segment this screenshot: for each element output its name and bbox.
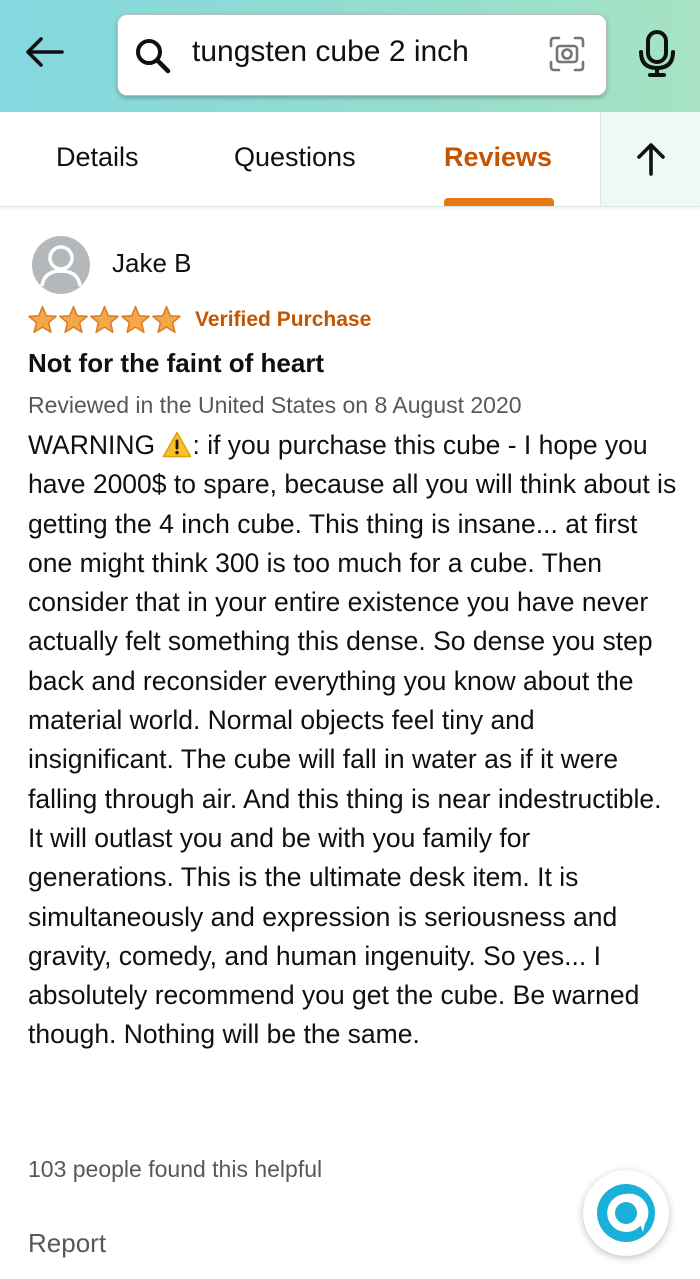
star-icon <box>90 305 119 334</box>
warning-label: WARNING <box>28 430 156 460</box>
scroll-to-top-button[interactable] <box>600 112 700 206</box>
microphone-icon <box>639 30 675 77</box>
star-icon <box>59 305 88 334</box>
product-tabs: Details Questions Reviews <box>0 112 700 207</box>
avatar[interactable] <box>32 236 90 294</box>
search-input[interactable]: tungsten cube 2 inch <box>192 35 469 69</box>
user-silhouette-icon <box>40 245 82 287</box>
review-date: Reviewed in the United States on 8 Augus… <box>28 392 522 418</box>
helpful-count: 103 people found this helpful <box>28 1156 323 1182</box>
tab-reviews[interactable]: Reviews <box>444 142 552 173</box>
arrow-up-icon <box>637 143 665 176</box>
active-tab-indicator <box>444 198 554 206</box>
back-arrow-icon <box>26 37 64 67</box>
camera-scan-icon[interactable] <box>548 35 586 73</box>
warning-icon <box>163 431 192 458</box>
review-text: : if you purchase this cube - I hope you… <box>28 430 677 1050</box>
review-body: WARNING : if you purchase this cube - I … <box>28 426 678 1055</box>
tab-details[interactable]: Details <box>56 142 139 173</box>
star-icon <box>28 305 57 334</box>
back-button[interactable] <box>18 26 70 78</box>
voice-search-button[interactable] <box>636 30 678 83</box>
search-icon <box>136 39 171 74</box>
verified-purchase-badge: Verified Purchase <box>195 308 372 331</box>
review-title: Not for the faint of heart <box>28 348 325 378</box>
star-rating <box>27 305 182 335</box>
alexa-button[interactable] <box>583 1170 669 1256</box>
star-icon <box>121 305 150 334</box>
reviewer-name[interactable]: Jake B <box>112 248 192 279</box>
report-link[interactable]: Report <box>28 1228 106 1259</box>
star-icon <box>152 305 181 334</box>
top-search-bar: tungsten cube 2 inch <box>0 0 700 112</box>
search-field[interactable]: tungsten cube 2 inch <box>117 14 607 96</box>
tab-questions[interactable]: Questions <box>234 142 356 173</box>
alexa-icon <box>597 1184 655 1242</box>
